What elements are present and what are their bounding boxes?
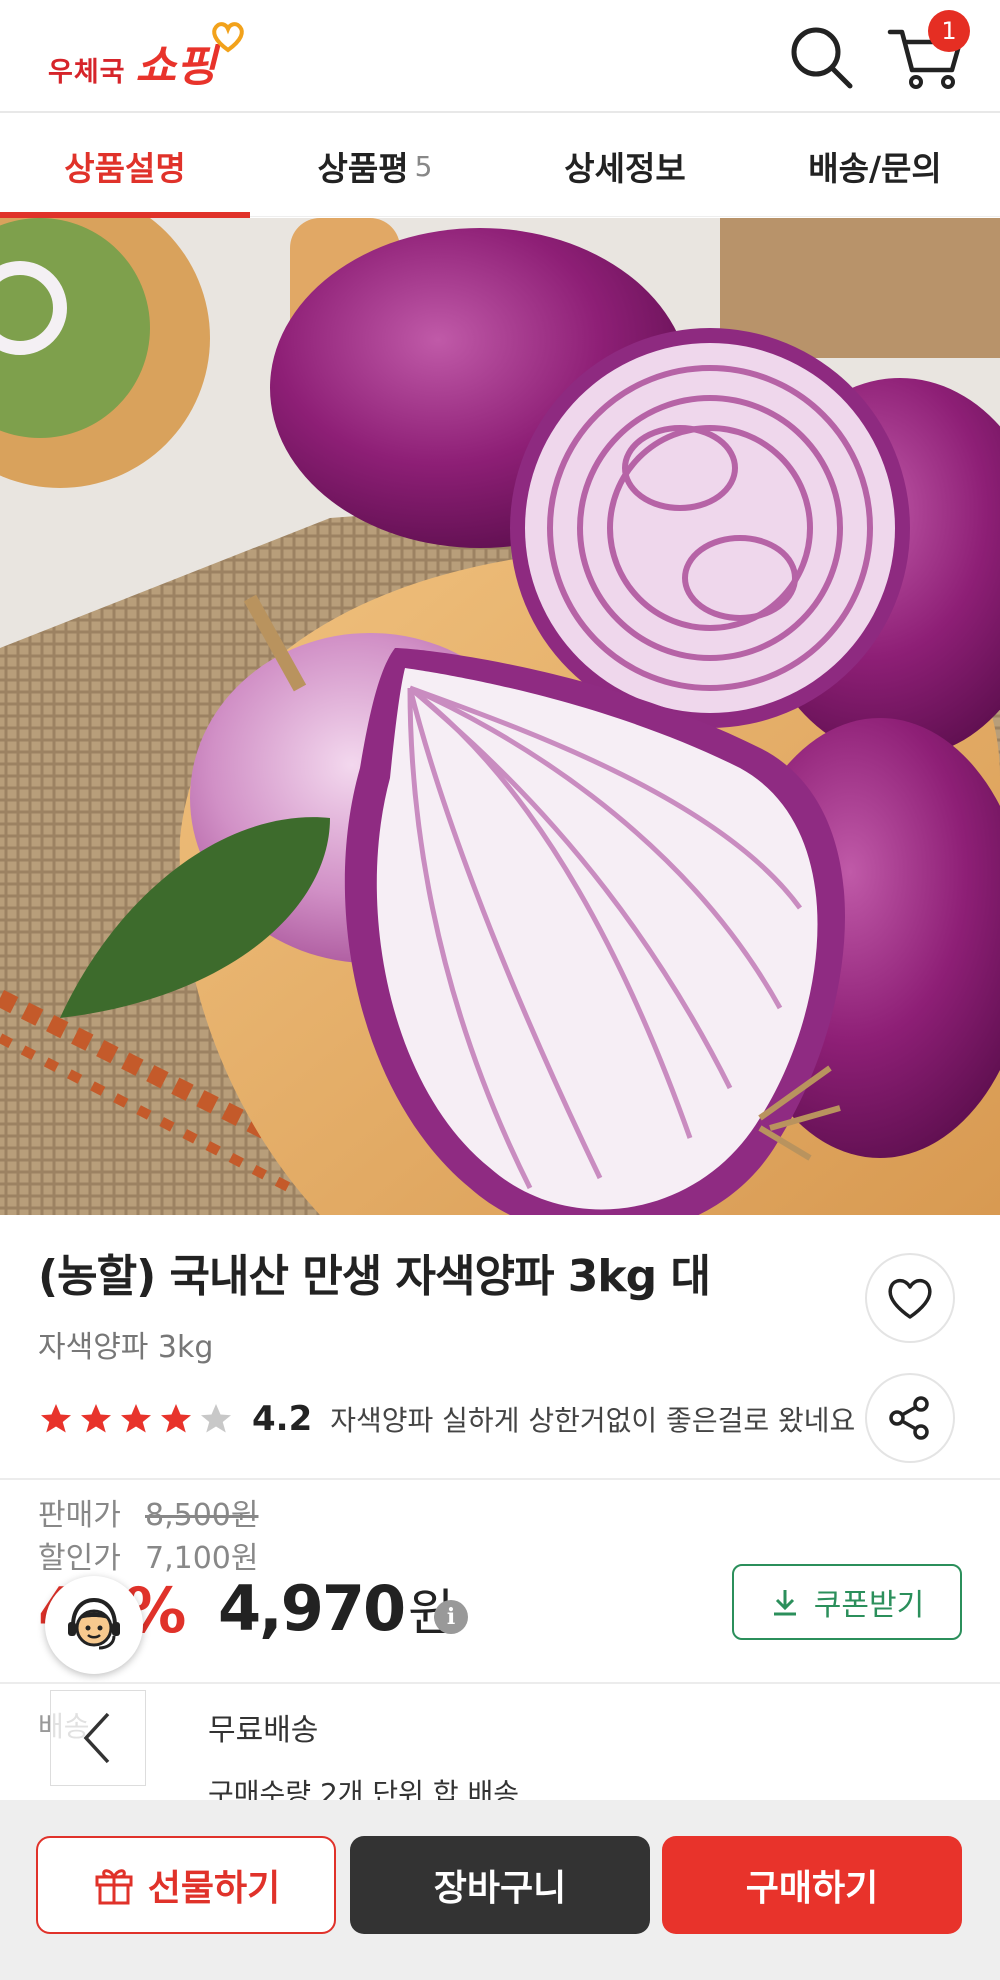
discount-price-label: 할인가: [38, 1541, 121, 1576]
chevron-left-icon: [83, 1712, 110, 1764]
coupon-download-button[interactable]: 쿠폰받기: [732, 1564, 962, 1640]
logo-text-big: 쇼핑: [135, 41, 217, 92]
logo-text-small: 우체국: [48, 57, 126, 88]
star-rating: [38, 1401, 238, 1437]
gift-button[interactable]: 선물하기: [36, 1836, 336, 1934]
star-icon: [41, 1404, 71, 1433]
star-icon: [161, 1404, 191, 1433]
final-price: 4,970원: [218, 1572, 454, 1645]
tab-details[interactable]: 상세정보: [500, 115, 750, 217]
product-image[interactable]: [0, 218, 1000, 1215]
product-title: (농할) 국내산 만생 자색양파 3kg 대: [38, 1251, 711, 1302]
review-count: 5: [414, 149, 433, 183]
buy-now-button[interactable]: 구매하기: [662, 1836, 962, 1934]
price-info-icon[interactable]: i: [434, 1600, 468, 1634]
gift-label: 선물하기: [147, 1868, 281, 1909]
cart-count-badge: 1: [928, 10, 970, 52]
sale-price-value: 8,500원: [145, 1498, 259, 1533]
divider: [0, 1478, 1000, 1480]
star-icon-empty: [201, 1404, 231, 1433]
shipping-value: 무료배송: [208, 1713, 319, 1748]
tab-shipping-inquiry[interactable]: 배송/문의: [750, 115, 1000, 217]
add-to-cart-button[interactable]: 장바구니: [350, 1836, 650, 1934]
tab-label: 상세정보: [564, 149, 686, 188]
cart-label: 장바구니: [433, 1868, 567, 1909]
onion-photo: [0, 218, 1000, 1215]
wishlist-button[interactable]: [865, 1253, 955, 1343]
divider: [0, 1682, 1000, 1684]
review-snippet: 자색양파 실하게 상한거없이 좋은걸로 왔네요 질: [330, 1404, 858, 1437]
download-icon: [773, 1590, 796, 1616]
share-button[interactable]: [865, 1373, 955, 1463]
rating-value: 4.2: [252, 1399, 313, 1439]
logo[interactable]: 우체국 쇼핑: [48, 22, 244, 92]
back-button[interactable]: [50, 1690, 146, 1786]
tab-description[interactable]: 상품설명: [0, 115, 250, 218]
star-icon: [81, 1404, 111, 1433]
search-button[interactable]: [786, 22, 856, 92]
sale-price-label: 판매가: [38, 1498, 121, 1533]
share-icon: [889, 1396, 929, 1440]
gift-icon: [95, 1869, 133, 1905]
tab-label: 배송/문의: [808, 149, 942, 188]
discount-price-value: 7,100원: [145, 1541, 259, 1576]
buy-label: 구매하기: [745, 1868, 879, 1909]
bottom-action-bar: 선물하기 장바구니 구매하기: [0, 1800, 1000, 1980]
coupon-label: 쿠폰받기: [813, 1588, 925, 1623]
chatbot-agent-icon: [68, 1597, 120, 1650]
star-icon: [121, 1404, 151, 1433]
search-icon: [791, 27, 853, 89]
final-price-number: 4,970: [218, 1572, 406, 1645]
product-subtitle: 자색양파 3kg: [38, 1330, 214, 1365]
tab-reviews[interactable]: 상품평 5: [250, 115, 500, 217]
tab-label: 상품평: [317, 149, 409, 188]
tab-bar: 상품설명 상품평 5 상세정보 배송/문의: [0, 115, 1000, 218]
rating-row[interactable]: 4.2 자색양파 실하게 상한거없이 좋은걸로 왔네요 질: [38, 1395, 858, 1443]
tab-label: 상품설명: [64, 149, 186, 188]
app-header: 우체국 쇼핑 1: [0, 0, 1000, 113]
chatbot-button[interactable]: [45, 1576, 143, 1674]
logo-heart-icon: [212, 22, 244, 53]
heart-icon: [888, 1278, 932, 1319]
